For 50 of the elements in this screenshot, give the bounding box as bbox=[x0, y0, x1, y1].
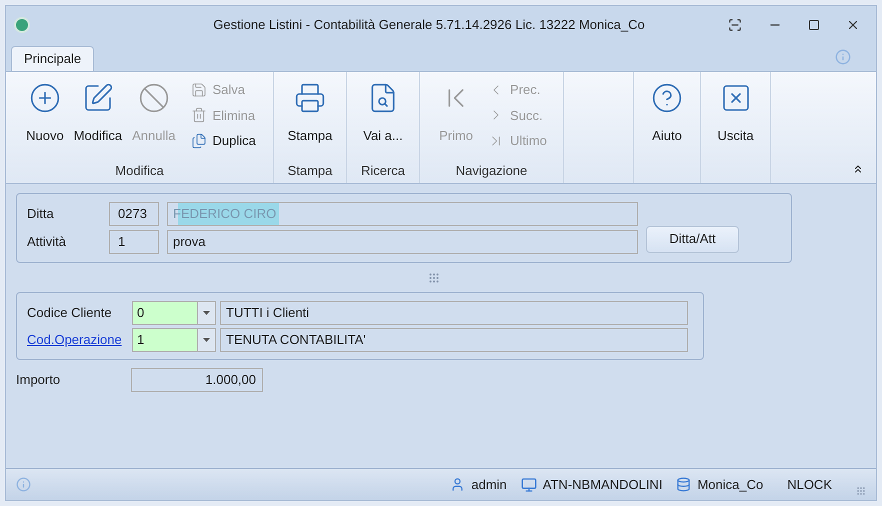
code-combo-field[interactable]: 0 bbox=[132, 300, 216, 324]
ribbon-button[interactable]: Vai a... bbox=[360, 82, 406, 146]
amount-field[interactable]: 1.000,00 bbox=[131, 368, 263, 392]
ribbon-group-label: Stampa bbox=[288, 162, 332, 180]
field-label: Attività bbox=[27, 233, 68, 252]
ribbon-button[interactable]: Aiuto bbox=[648, 82, 686, 146]
user-icon bbox=[450, 477, 466, 492]
dropdown-caret-icon bbox=[203, 338, 210, 342]
app-logo-icon bbox=[14, 17, 30, 33]
field-label: Ditta bbox=[27, 205, 55, 224]
description-field[interactable]: TENUTA CONTABILITA' bbox=[220, 328, 688, 352]
ditta-att-button[interactable]: Ditta/Att bbox=[646, 226, 739, 252]
database-name: Monica_Co bbox=[697, 476, 764, 494]
trash-icon bbox=[190, 107, 206, 124]
collapse-ribbon-icon[interactable] bbox=[852, 163, 864, 175]
field-link[interactable]: Cod.Operazione bbox=[27, 330, 132, 350]
code-field[interactable]: 0273 bbox=[109, 202, 159, 226]
lock-status: NLOCK bbox=[787, 476, 832, 494]
code-combo-field[interactable]: 1 bbox=[132, 328, 216, 352]
ribbon-button[interactable]: Stampa bbox=[284, 82, 336, 146]
ribbon-group-label: Ricerca bbox=[360, 162, 406, 180]
maximize-icon[interactable] bbox=[808, 19, 820, 31]
resize-grip-icon[interactable] bbox=[856, 486, 866, 496]
printer-icon bbox=[294, 82, 326, 114]
splitter-grip-icon[interactable] bbox=[428, 272, 440, 284]
dropdown-caret-icon bbox=[203, 310, 210, 314]
code-field[interactable]: 1 bbox=[109, 230, 159, 254]
field-label: Codice Cliente bbox=[27, 304, 113, 322]
close-icon[interactable] bbox=[846, 18, 860, 32]
ribbon-tab[interactable]: Principale bbox=[11, 46, 94, 71]
slash-circle-icon bbox=[138, 82, 170, 114]
save-icon bbox=[190, 82, 206, 98]
ribbon-small-button[interactable]: Duplica bbox=[190, 131, 256, 150]
ribbon-group-label: Navigazione bbox=[456, 162, 528, 180]
field-label: Importo bbox=[16, 371, 62, 390]
computer-name: ATN-NBMANDOLINI bbox=[542, 476, 662, 494]
copy-icon bbox=[190, 132, 206, 149]
ribbon-button[interactable]: Uscita bbox=[714, 82, 757, 146]
database-icon bbox=[676, 477, 692, 492]
window-title: Gestione Listini - Contabilità Generale 5.71.14.2926 Lic. 13222 Monica_Co bbox=[213, 16, 645, 34]
ribbon-group-label: Modifica bbox=[115, 162, 164, 180]
fullscreen-icon[interactable] bbox=[728, 18, 742, 32]
ribbon-button[interactable]: Nuovo bbox=[23, 82, 67, 146]
plus-circle-icon bbox=[28, 82, 61, 114]
monitor-icon bbox=[520, 476, 537, 492]
help-icon bbox=[651, 82, 683, 114]
ribbon-button[interactable]: Modifica bbox=[70, 82, 126, 146]
name-field[interactable]: prova bbox=[167, 230, 638, 254]
user-name: admin bbox=[471, 476, 507, 494]
description-field[interactable]: TUTTI i Clienti bbox=[220, 300, 688, 324]
